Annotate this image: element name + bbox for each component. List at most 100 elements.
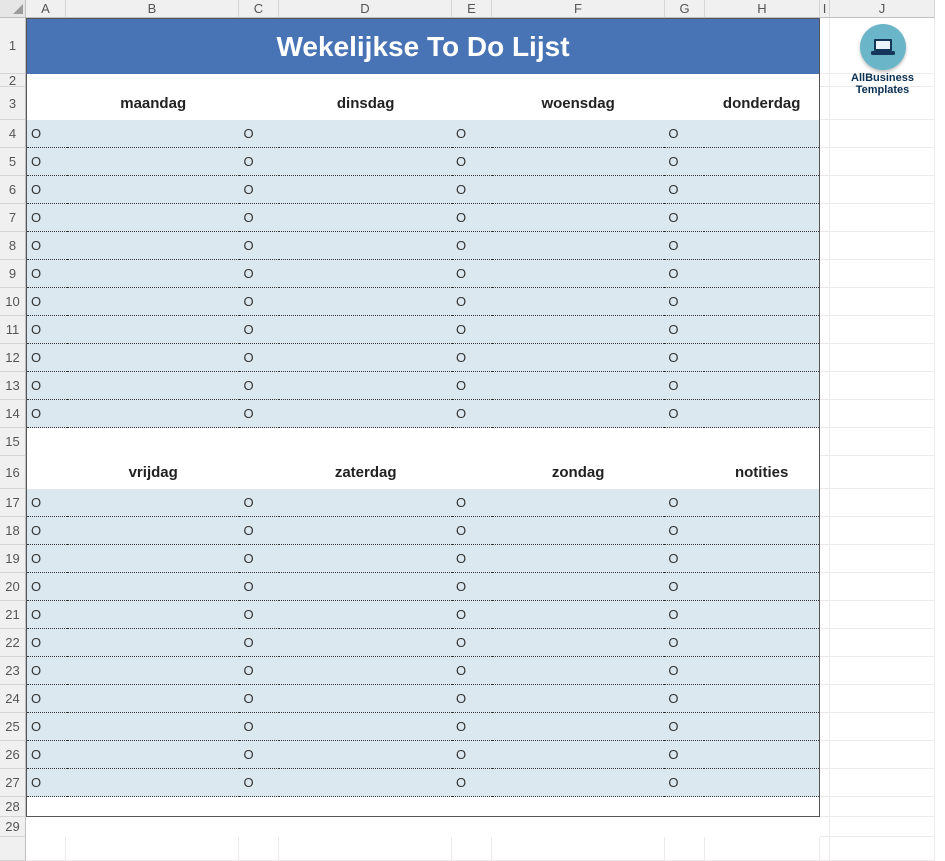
task-bullet[interactable]: O — [27, 372, 67, 400]
spreadsheet-cell[interactable] — [830, 456, 935, 489]
task-input-line[interactable] — [492, 769, 665, 797]
row-header[interactable]: 21 — [0, 601, 26, 629]
task-input-line[interactable] — [492, 489, 665, 517]
spreadsheet-cell[interactable] — [830, 817, 935, 837]
task-input-line[interactable] — [704, 657, 819, 685]
task-input-line[interactable] — [67, 545, 240, 573]
spreadsheet-cell[interactable] — [239, 837, 279, 861]
spreadsheet-cell[interactable] — [830, 148, 935, 176]
spreadsheet-cell[interactable] — [820, 817, 830, 837]
spreadsheet-cell[interactable] — [820, 629, 830, 657]
spreadsheet-cell[interactable] — [820, 837, 830, 861]
task-bullet[interactable]: O — [239, 573, 279, 601]
task-input-line[interactable] — [492, 741, 665, 769]
task-bullet[interactable]: O — [664, 232, 704, 260]
task-bullet[interactable]: O — [452, 685, 492, 713]
task-input-line[interactable] — [67, 148, 240, 176]
task-bullet[interactable]: O — [664, 573, 704, 601]
task-bullet[interactable]: O — [239, 713, 279, 741]
spreadsheet-cell[interactable] — [26, 837, 66, 861]
task-input-line[interactable] — [704, 769, 819, 797]
task-bullet[interactable]: O — [239, 769, 279, 797]
row-header[interactable]: 29 — [0, 817, 26, 837]
task-bullet[interactable]: O — [239, 489, 279, 517]
spreadsheet-cell[interactable] — [830, 601, 935, 629]
task-input-line[interactable] — [492, 517, 665, 545]
spreadsheet-cell[interactable] — [820, 344, 830, 372]
column-header[interactable]: H — [705, 0, 820, 18]
task-bullet[interactable]: O — [27, 260, 67, 288]
spreadsheet-cell[interactable] — [820, 685, 830, 713]
task-input-line[interactable] — [279, 120, 452, 148]
task-input-line[interactable] — [279, 601, 452, 629]
spreadsheet-cell[interactable] — [820, 456, 830, 489]
task-bullet[interactable]: O — [452, 489, 492, 517]
task-input-line[interactable] — [704, 288, 819, 316]
task-bullet[interactable]: O — [664, 601, 704, 629]
task-input-line[interactable] — [279, 260, 452, 288]
task-input-line[interactable] — [704, 741, 819, 769]
row-header[interactable]: 16 — [0, 456, 26, 489]
task-bullet[interactable]: O — [452, 657, 492, 685]
task-bullet[interactable]: O — [27, 685, 67, 713]
task-input-line[interactable] — [67, 489, 240, 517]
spreadsheet-cell[interactable] — [830, 657, 935, 685]
row-header[interactable]: 18 — [0, 517, 26, 545]
task-bullet[interactable]: O — [27, 232, 67, 260]
spreadsheet-cell[interactable] — [830, 545, 935, 573]
spreadsheet-cell[interactable] — [820, 260, 830, 288]
task-bullet[interactable]: O — [664, 629, 704, 657]
task-input-line[interactable] — [67, 288, 240, 316]
task-input-line[interactable] — [704, 372, 819, 400]
row-header[interactable]: 20 — [0, 573, 26, 601]
task-input-line[interactable] — [279, 545, 452, 573]
task-bullet[interactable]: O — [452, 316, 492, 344]
row-header[interactable]: 19 — [0, 545, 26, 573]
row-header[interactable]: 7 — [0, 204, 26, 232]
row-header[interactable]: 11 — [0, 316, 26, 344]
spreadsheet-cell[interactable] — [820, 74, 830, 87]
task-input-line[interactable] — [492, 601, 665, 629]
row-header[interactable]: 27 — [0, 769, 26, 797]
task-bullet[interactable]: O — [664, 741, 704, 769]
task-bullet[interactable]: O — [452, 400, 492, 428]
task-bullet[interactable]: O — [27, 573, 67, 601]
task-input-line[interactable] — [67, 232, 240, 260]
row-header[interactable]: 1 — [0, 18, 26, 74]
task-input-line[interactable] — [279, 288, 452, 316]
task-input-line[interactable] — [279, 344, 452, 372]
task-bullet[interactable]: O — [239, 545, 279, 573]
task-input-line[interactable] — [492, 629, 665, 657]
task-bullet[interactable]: O — [239, 120, 279, 148]
spreadsheet-cell[interactable] — [830, 629, 935, 657]
task-bullet[interactable]: O — [452, 573, 492, 601]
task-bullet[interactable]: O — [452, 769, 492, 797]
task-bullet[interactable]: O — [664, 372, 704, 400]
task-input-line[interactable] — [492, 685, 665, 713]
spreadsheet-cell[interactable] — [665, 837, 705, 861]
task-bullet[interactable]: O — [664, 288, 704, 316]
task-bullet[interactable]: O — [27, 288, 67, 316]
spreadsheet-cell[interactable] — [820, 573, 830, 601]
row-header[interactable]: 4 — [0, 120, 26, 148]
spreadsheet-cell[interactable] — [820, 489, 830, 517]
task-input-line[interactable] — [279, 176, 452, 204]
task-input-line[interactable] — [67, 204, 240, 232]
spreadsheet-cell[interactable] — [820, 148, 830, 176]
task-input-line[interactable] — [279, 400, 452, 428]
task-bullet[interactable]: O — [452, 629, 492, 657]
task-bullet[interactable]: O — [27, 629, 67, 657]
task-bullet[interactable]: O — [27, 204, 67, 232]
task-bullet[interactable]: O — [27, 344, 67, 372]
task-bullet[interactable]: O — [239, 629, 279, 657]
task-input-line[interactable] — [67, 316, 240, 344]
task-input-line[interactable] — [492, 713, 665, 741]
task-bullet[interactable]: O — [239, 260, 279, 288]
task-input-line[interactable] — [704, 344, 819, 372]
task-bullet[interactable]: O — [27, 489, 67, 517]
task-input-line[interactable] — [279, 316, 452, 344]
task-bullet[interactable]: O — [239, 148, 279, 176]
spreadsheet-cell[interactable] — [820, 87, 830, 120]
spreadsheet-cell[interactable] — [820, 657, 830, 685]
spreadsheet-cell[interactable] — [830, 288, 935, 316]
